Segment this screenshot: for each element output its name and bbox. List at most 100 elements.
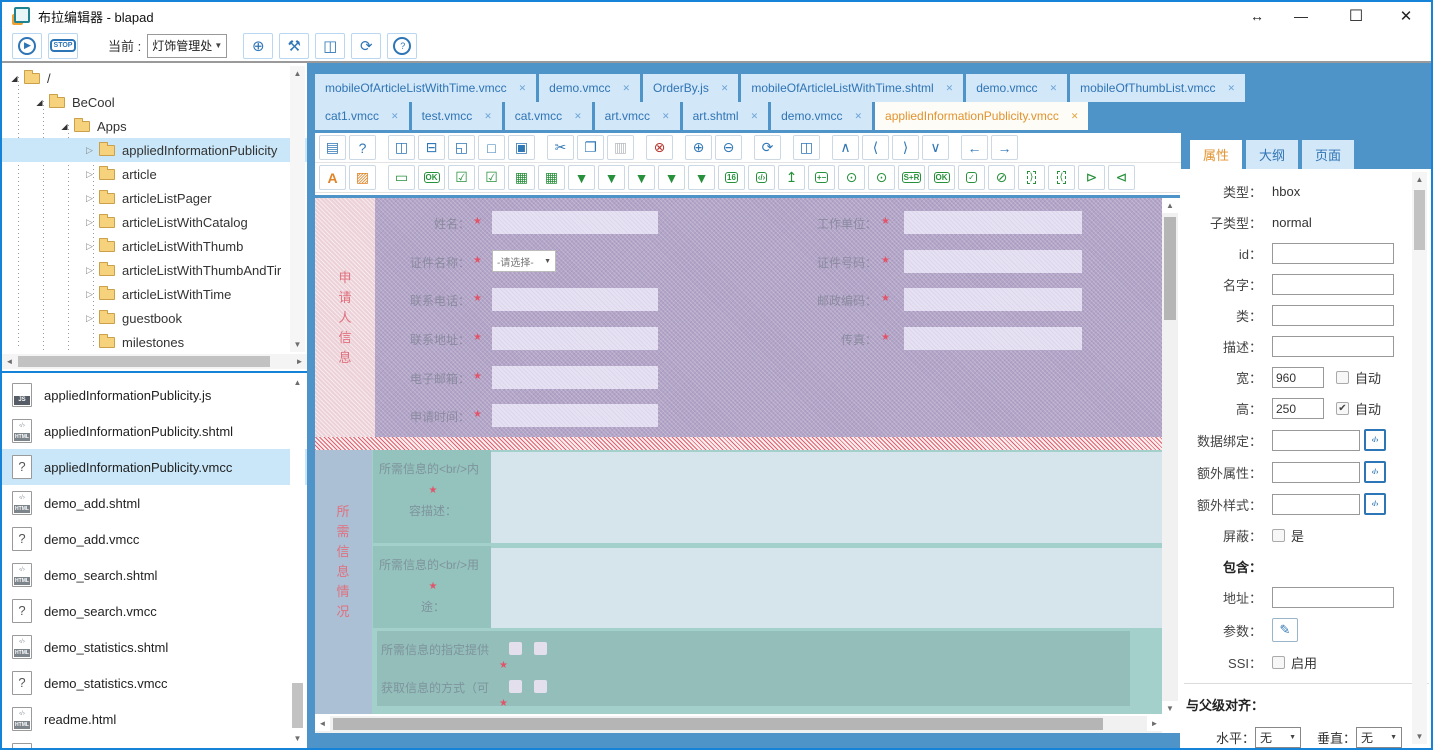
files-vertical-scrollbar[interactable]: ▲ ▼ xyxy=(290,375,305,746)
expand-icon[interactable]: ▷ xyxy=(83,145,96,156)
dock-toggle-icon[interactable]: ↔ xyxy=(1242,2,1272,30)
region-left-tool-icon[interactable]: ⟨ xyxy=(1048,165,1075,190)
form-checkbox[interactable] xyxy=(509,642,522,655)
tab-orderby-js[interactable]: OrderBy.js✕ xyxy=(643,74,738,102)
file-item-demo-add-vmcc[interactable]: ?demo_add.vmcc xyxy=(2,521,307,557)
scroll-right-icon[interactable]: ► xyxy=(1147,716,1162,731)
paste-icon[interactable]: ▥ xyxy=(607,135,634,160)
scrollbar-thumb[interactable] xyxy=(333,718,1103,730)
image-tool-icon[interactable]: ▨ xyxy=(349,165,376,190)
tab-demo-vmcc[interactable]: demo.vmcc✕ xyxy=(539,74,640,102)
tab-close-icon[interactable]: ✕ xyxy=(391,111,399,122)
expand-icon[interactable]: ▷ xyxy=(83,265,96,276)
scroll-down-icon[interactable]: ▼ xyxy=(290,731,305,746)
form-text-input[interactable] xyxy=(492,404,658,427)
width-auto-checkbox[interactable] xyxy=(1336,371,1349,384)
file-item-appliedinformationpublicity-js[interactable]: JSappliedInformationPublicity.js xyxy=(2,377,307,413)
site-select[interactable]: 灯饰管理处 ▼ xyxy=(147,34,227,58)
nav-back-icon[interactable]: ← xyxy=(961,135,988,160)
scroll-left-icon[interactable]: ◄ xyxy=(2,354,17,369)
code-editor-icon[interactable]: ‹/› xyxy=(1364,429,1386,451)
help-button[interactable]: ? xyxy=(387,33,417,59)
cut-icon[interactable]: ✂ xyxy=(547,135,574,160)
button-tool-icon[interactable]: OK xyxy=(418,165,445,190)
tree-item-appliedinformationpublicity[interactable]: ▷appliedInformationPublicity xyxy=(2,138,307,162)
width-field[interactable] xyxy=(1272,367,1324,388)
id-field[interactable] xyxy=(1272,243,1394,264)
run-button[interactable]: ▶ xyxy=(12,33,42,59)
tab-properties[interactable]: 属性 xyxy=(1190,140,1242,169)
tab-demo-vmcc[interactable]: demo.vmcc✕ xyxy=(771,102,872,130)
canvas-vertical-scrollbar[interactable]: ▲ ▼ xyxy=(1162,198,1178,716)
minimize-button[interactable]: — xyxy=(1281,2,1321,30)
tab-close-icon[interactable]: ✕ xyxy=(1227,83,1235,94)
tree-item-article[interactable]: ▷article xyxy=(2,162,307,186)
scrollbar-thumb[interactable] xyxy=(1414,190,1425,250)
form-textarea[interactable] xyxy=(491,452,1162,543)
tab-art-shtml[interactable]: art.shtml✕ xyxy=(683,102,769,130)
refresh-button[interactable]: ⟳ xyxy=(351,33,381,59)
calendar-tool-icon[interactable]: ▦ xyxy=(508,165,535,190)
expand-icon[interactable]: ▷ xyxy=(83,313,96,324)
form-checkbox[interactable] xyxy=(534,680,547,693)
scroll-down-icon[interactable]: ▼ xyxy=(1162,701,1178,716)
search-replace-tool-icon[interactable]: S+R xyxy=(898,165,925,190)
move-down-icon[interactable]: ∨ xyxy=(922,135,949,160)
tree-item-becool[interactable]: ◢BeCool xyxy=(2,90,307,114)
nav-forward-icon[interactable]: → xyxy=(991,135,1018,160)
tab-cat1-vmcc[interactable]: cat1.vmcc✕ xyxy=(315,102,409,130)
panel-corner-icon[interactable]: ◱ xyxy=(448,135,475,160)
tab-test-vmcc[interactable]: test.vmcc✕ xyxy=(412,102,502,130)
scrollbar-thumb[interactable] xyxy=(18,356,270,367)
edit-params-icon[interactable]: ✎ xyxy=(1272,618,1298,642)
extra-style-field[interactable] xyxy=(1272,494,1360,515)
select-group-tool-icon[interactable]: ▼ xyxy=(598,165,625,190)
height-field[interactable] xyxy=(1272,398,1324,419)
globe-button[interactable]: ⊕ xyxy=(243,33,273,59)
scroll-up-icon[interactable]: ▲ xyxy=(1162,198,1178,213)
code-editor-icon[interactable]: ‹/› xyxy=(1364,493,1386,515)
tab-art-vmcc[interactable]: art.vmcc✕ xyxy=(595,102,680,130)
tab-page[interactable]: 页面 xyxy=(1302,140,1354,169)
region-right-tool-icon[interactable]: ⟩ xyxy=(1018,165,1045,190)
scroll-down-icon[interactable]: ▼ xyxy=(1412,729,1427,744)
radio-tool-icon[interactable]: ⊙ xyxy=(838,165,865,190)
tab-close-icon[interactable]: ✕ xyxy=(662,111,670,122)
tree-item-articlelistwiththumbandtir[interactable]: ▷articleListWithThumbAndTir xyxy=(2,258,307,282)
file-item-item[interactable] xyxy=(2,737,307,748)
scroll-down-icon[interactable]: ▼ xyxy=(290,337,305,352)
tab-close-icon[interactable]: ✕ xyxy=(519,83,527,94)
extra-attr-field[interactable] xyxy=(1272,462,1360,483)
tab-mobileofthumblist-vmcc[interactable]: mobileOfThumbList.vmcc✕ xyxy=(1070,74,1245,102)
tab-close-icon[interactable]: ✕ xyxy=(1050,83,1058,94)
scrollbar-thumb[interactable] xyxy=(1164,217,1176,320)
expand-icon[interactable]: ▷ xyxy=(83,169,96,180)
collapse-icon[interactable]: ◢ xyxy=(58,122,71,131)
calendar-time-tool-icon[interactable]: ▦ xyxy=(538,165,565,190)
code-box-tool-icon[interactable]: ‹/› xyxy=(748,165,775,190)
expand-icon[interactable]: ▷ xyxy=(83,289,96,300)
tree-horizontal-scrollbar[interactable]: ◄ ► xyxy=(2,354,307,369)
form-textarea[interactable] xyxy=(491,548,1162,628)
date-input-tool-icon[interactable]: 16 xyxy=(718,165,745,190)
tab-close-icon[interactable]: ✕ xyxy=(574,111,582,122)
tree-item-item[interactable]: ◢/ xyxy=(2,66,307,90)
move-right-icon[interactable]: ⟩ xyxy=(892,135,919,160)
radio-group-tool-icon[interactable]: ⊙ xyxy=(868,165,895,190)
file-item-demo-search-shtml[interactable]: ‹/›HTMLdemo_search.shtml xyxy=(2,557,307,593)
move-up-icon[interactable]: ∧ xyxy=(832,135,859,160)
zoom-in-icon[interactable]: ⊕ xyxy=(685,135,712,160)
expand-icon[interactable]: ▷ xyxy=(83,241,96,252)
close-button[interactable]: ✕ xyxy=(1386,2,1426,30)
tab-close-icon[interactable]: ✕ xyxy=(946,83,954,94)
form-text-input[interactable] xyxy=(492,327,658,350)
tab-close-icon[interactable]: ✕ xyxy=(623,83,631,94)
form-text-input[interactable] xyxy=(904,211,1082,234)
canvas-horizontal-scrollbar[interactable]: ◄ ► xyxy=(315,716,1162,733)
tree-vertical-scrollbar[interactable]: ▲ ▼ xyxy=(290,66,305,352)
file-item-demo-statistics-shtml[interactable]: ‹/›HTMLdemo_statistics.shtml xyxy=(2,629,307,665)
form-text-input[interactable] xyxy=(492,366,658,389)
tab-close-icon[interactable]: ✕ xyxy=(1071,111,1079,122)
form-text-input[interactable] xyxy=(904,327,1082,350)
height-auto-checkbox[interactable]: ✔ xyxy=(1336,402,1349,415)
